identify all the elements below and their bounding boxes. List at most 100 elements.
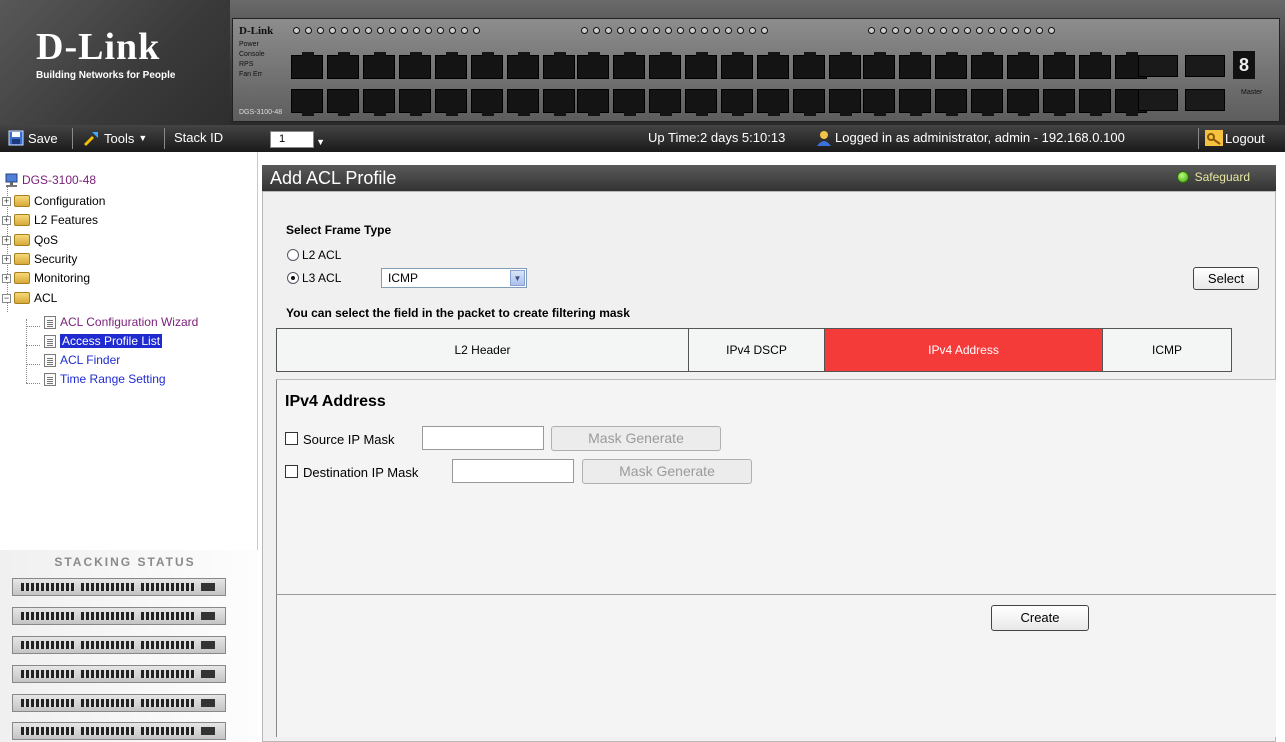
stacking-status-panel: Stacking Status <box>0 550 258 742</box>
page-icon <box>44 353 56 367</box>
destination-ip-mask-checkbox[interactable] <box>285 465 298 478</box>
expand-icon[interactable]: + <box>2 235 11 245</box>
tools-label: Tools <box>104 130 135 146</box>
device-icon <box>5 173 18 187</box>
tree-folder-label: Configuration <box>34 194 106 208</box>
logged-in-text: Logged in as administrator, admin - 192.… <box>835 130 1125 145</box>
source-ip-mask-label: Source IP Mask <box>303 432 395 447</box>
source-ip-mask-checkbox[interactable] <box>285 432 298 445</box>
ports-1-16-bottom <box>291 89 575 116</box>
create-button[interactable]: Create <box>991 605 1089 631</box>
tree-item-access-profile-list[interactable]: Access Profile List <box>44 333 163 349</box>
tree-folder-acl[interactable]: − ACL <box>2 290 57 306</box>
tree-folder-monitoring[interactable]: + Monitoring <box>2 270 90 286</box>
expand-icon[interactable]: + <box>2 254 11 264</box>
l2-acl-radio[interactable] <box>287 249 299 261</box>
tree-item-label: ACL Configuration Wizard <box>60 315 199 329</box>
l3-acl-type-select[interactable]: ICMP ▼ <box>381 268 527 288</box>
page-icon <box>44 334 56 348</box>
l3-acl-radio[interactable] <box>287 272 299 284</box>
ports-17-32-bottom <box>577 89 861 116</box>
destination-ip-mask-label: Destination IP Mask <box>303 465 419 480</box>
combo-sfp-port <box>1185 55 1225 77</box>
tree-folder-label: ACL <box>34 291 58 305</box>
key-icon <box>1205 130 1223 146</box>
expand-icon[interactable]: + <box>2 215 11 225</box>
stack-unit[interactable] <box>12 722 226 740</box>
combo-sfp-port <box>1138 89 1178 111</box>
logo-title: D-Link <box>36 26 161 68</box>
tab-icmp[interactable]: ICMP <box>1102 328 1232 372</box>
tree-folder-label: Security <box>34 252 78 266</box>
collapse-icon[interactable]: − <box>2 293 11 303</box>
section-title: IPv4 Address <box>285 393 386 410</box>
tree-root-label: DGS-3100-48 <box>22 173 97 187</box>
page-icon <box>44 372 56 386</box>
destination-mask-generate-button[interactable]: Mask Generate <box>582 459 752 484</box>
user-icon <box>817 131 831 146</box>
device-banner: D-Link Building Networks for People D-Li… <box>0 0 1285 125</box>
chevron-down-icon: ▼ <box>138 133 148 143</box>
tree-item-time-range-setting[interactable]: Time Range Setting <box>44 371 166 387</box>
tree-folder-qos[interactable]: + QoS <box>2 232 58 248</box>
stacking-status-title: Stacking Status <box>54 555 196 569</box>
stack-unit[interactable] <box>12 578 226 596</box>
tree-item-label: ACL Finder <box>60 353 121 367</box>
port-leds-group-3 <box>868 27 1055 37</box>
l3-acl-type-value: ICMP <box>388 271 418 285</box>
content-area: Add ACL Profile Safeguard Select Frame T… <box>258 152 1285 742</box>
stack-id-select[interactable]: 1 ▼ <box>270 131 325 148</box>
logo-subtitle: Building Networks for People <box>36 70 176 81</box>
tree-item-acl-configuration-wizard[interactable]: ACL Configuration Wizard <box>44 314 198 330</box>
stack-id-label: Stack ID <box>174 130 224 145</box>
ports-33-48-bottom <box>863 89 1147 116</box>
packet-field-tabs: L2 Header IPv4 DSCP IPv4 Address ICMP <box>276 328 1232 372</box>
led-label-console: Console <box>239 51 265 58</box>
tree-folder-label: L2 Features <box>34 213 99 227</box>
tree-folder-l2-features[interactable]: + L2 Features <box>2 212 98 228</box>
source-ip-mask-input[interactable] <box>422 426 544 450</box>
expand-icon[interactable]: + <box>2 273 11 283</box>
model-label: DGS-3100-48 <box>239 109 283 116</box>
panel-brand: D-Link <box>239 25 274 37</box>
combo-sfp-port <box>1185 89 1225 111</box>
ipv4-address-section: IPv4 Address Source IP Mask Mask Generat… <box>276 379 1276 737</box>
l3-acl-label: L3 ACL <box>302 271 342 285</box>
logout-label: Logout <box>1225 130 1265 146</box>
select-button[interactable]: Select <box>1193 267 1259 290</box>
l2-acl-label: L2 ACL <box>302 248 342 262</box>
stack-unit[interactable] <box>12 665 226 683</box>
led-label-rps: RPS <box>239 61 254 68</box>
tree-item-label: Access Profile List <box>60 334 163 348</box>
stack-unit[interactable] <box>12 694 226 712</box>
tree-folder-security[interactable]: + Security <box>2 251 77 267</box>
stack-unit[interactable] <box>12 636 226 654</box>
tab-l2-header[interactable]: L2 Header <box>276 328 688 372</box>
tab-ipv4-dscp[interactable]: IPv4 DSCP <box>688 328 824 372</box>
tab-ipv4-address[interactable]: IPv4 Address <box>824 328 1102 372</box>
folder-open-icon <box>14 292 30 304</box>
tools-menu[interactable]: Tools ▼ <box>82 130 147 146</box>
page-header: Add ACL Profile Safeguard <box>262 165 1276 191</box>
stack-unit[interactable] <box>12 607 226 625</box>
tree-item-acl-finder[interactable]: ACL Finder <box>44 352 120 368</box>
add-acl-profile-form: Select Frame Type L2 ACL L3 ACL ICMP ▼ S… <box>262 191 1276 742</box>
ports-17-32-top <box>577 52 861 79</box>
tree-root-device[interactable]: DGS-3100-48 <box>4 172 96 188</box>
logout-button[interactable]: Logout <box>1205 130 1265 146</box>
led-label-power: Power <box>239 41 259 48</box>
port-leds-group-1 <box>293 27 480 37</box>
tree-item-label: Time Range Setting <box>60 372 166 386</box>
expand-icon[interactable]: + <box>2 196 11 206</box>
safeguard-label: Safeguard <box>1194 170 1250 184</box>
safeguard-indicator: Safeguard <box>1176 170 1250 184</box>
folder-icon <box>14 272 30 284</box>
tree-folder-configuration[interactable]: + Configuration <box>2 193 105 209</box>
destination-ip-mask-input[interactable] <box>452 459 574 483</box>
source-mask-generate-button[interactable]: Mask Generate <box>551 426 721 451</box>
divider <box>276 594 1276 595</box>
select-frame-type-label: Select Frame Type <box>286 223 392 237</box>
save-label: Save <box>28 130 58 146</box>
folder-icon <box>14 234 30 246</box>
save-menu[interactable]: Save <box>8 130 58 146</box>
